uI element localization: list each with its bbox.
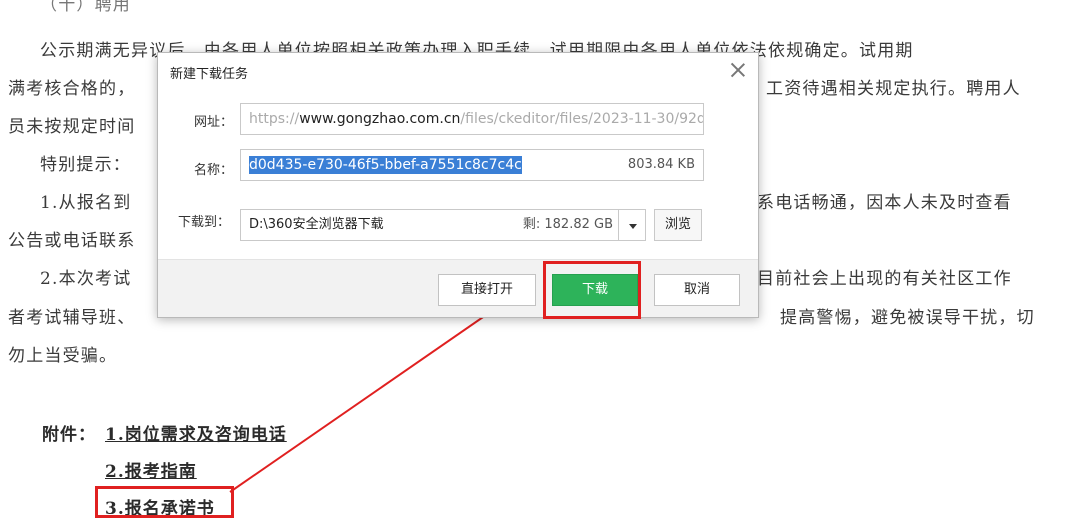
new-download-dialog: 新建下载任务 网址： https://www.gongzhao.com.cn/f… <box>157 52 759 318</box>
url-field[interactable]: https://www.gongzhao.com.cn/files/ckedit… <box>240 103 704 135</box>
dropdown-arrow-icon[interactable] <box>618 209 646 241</box>
name-label: 名称： <box>194 163 234 178</box>
save-path-value: D:\360安全浏览器下载 <box>249 217 384 232</box>
disk-remaining: 剩: 182.82 GB <box>522 217 613 232</box>
cancel-button[interactable]: 取消 <box>654 274 740 306</box>
dialog-title: 新建下载任务 <box>170 67 249 82</box>
url-path: /files/ckeditor/files/2023-11-30/92d0 <box>460 111 704 127</box>
close-icon[interactable] <box>728 60 748 80</box>
dialog-body: 网址： https://www.gongzhao.com.cn/files/ck… <box>158 91 758 261</box>
url-label: 网址： <box>194 115 234 130</box>
open-directly-button[interactable]: 直接打开 <box>438 274 536 306</box>
save-to-label: 下载到： <box>178 215 231 230</box>
url-scheme: https:// <box>249 111 300 127</box>
url-domain: www.gongzhao.com.cn <box>299 111 461 127</box>
filename-value: d0d435-e730-46f5-bbef-a7551c8c7c4c <box>249 156 522 174</box>
file-size: 803.84 KB <box>627 157 695 172</box>
download-highlight-box <box>543 261 641 319</box>
dialog-footer: 直接打开 下载 取消 <box>158 259 758 317</box>
browse-button[interactable]: 浏览 <box>654 209 702 241</box>
filename-field[interactable]: d0d435-e730-46f5-bbef-a7551c8c7c4c 803.8… <box>240 149 704 181</box>
save-path-field[interactable]: D:\360安全浏览器下载 剩: 182.82 GB <box>240 209 622 241</box>
